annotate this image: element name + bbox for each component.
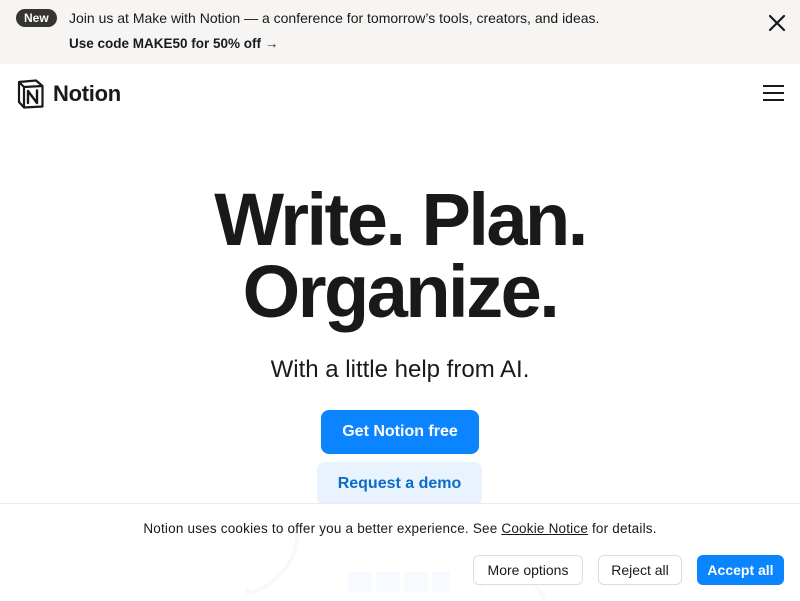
announcement-text: Join us at Make with Notion — a conferen…	[69, 10, 600, 26]
notion-logo-icon[interactable]	[16, 79, 45, 109]
cookie-notice-link[interactable]: Cookie Notice	[501, 521, 588, 536]
announcement-banner: New Join us at Make with Notion — a conf…	[0, 0, 800, 64]
reject-all-button[interactable]: Reject all	[598, 555, 682, 585]
new-badge: New	[16, 9, 57, 27]
hamburger-menu-icon[interactable]	[763, 85, 784, 103]
get-notion-free-button[interactable]: Get Notion free	[321, 410, 479, 454]
hero-subtitle: With a little help from AI.	[270, 356, 530, 383]
request-demo-button[interactable]: Request a demo	[317, 462, 482, 506]
more-options-button[interactable]: More options	[473, 555, 583, 585]
cookie-text-before: Notion uses cookies to offer you a bette…	[143, 521, 498, 536]
cookie-banner: Notion uses cookies to offer you a bette…	[0, 503, 800, 601]
hero-title-line2: Organize.	[242, 250, 560, 333]
hero-title-line1: Write. Plan.	[214, 178, 588, 261]
promo-code-link[interactable]: Use code MAKE50 for 50% off →	[69, 36, 278, 51]
cookie-message: Notion uses cookies to offer you a bette…	[0, 521, 800, 536]
hero-title: Write. Plan. Organize.	[0, 178, 800, 333]
logo-text[interactable]: Notion	[53, 81, 121, 107]
close-icon	[768, 14, 786, 32]
close-banner-button[interactable]	[764, 10, 790, 36]
accept-all-button[interactable]: Accept all	[697, 555, 784, 585]
site-header: Notion	[0, 64, 800, 126]
cookie-text-after: for details.	[591, 521, 657, 536]
